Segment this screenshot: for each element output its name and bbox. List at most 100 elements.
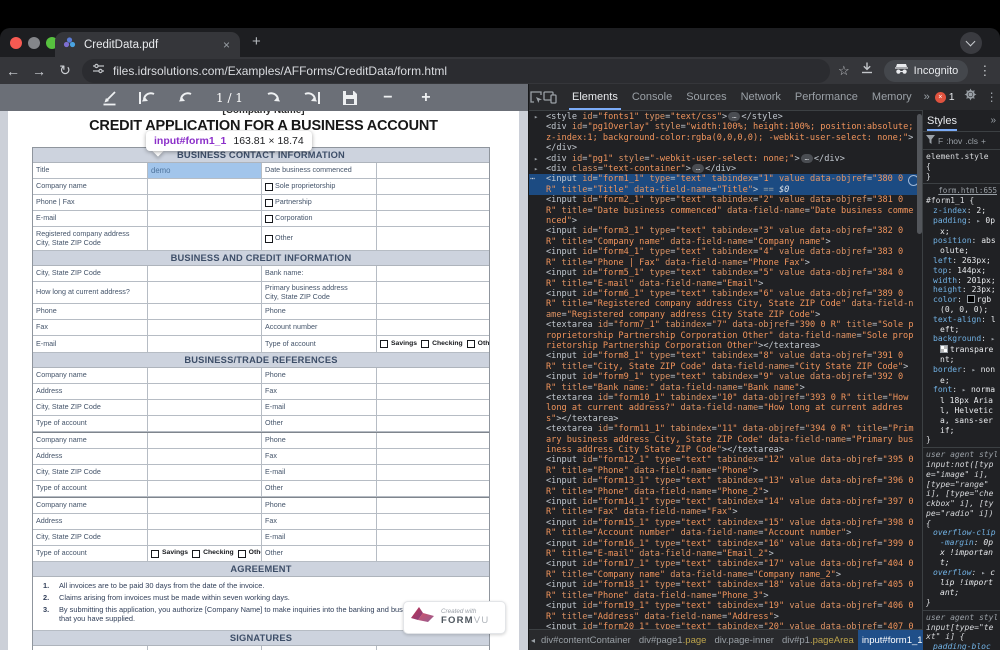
inspect-element-icon[interactable] (529, 90, 543, 104)
form-input-cell[interactable] (148, 416, 262, 431)
form-input-cell[interactable]: SavingsCheckingOther (148, 546, 262, 561)
form-input-cell[interactable] (377, 433, 489, 448)
form-input-cell[interactable] (148, 514, 262, 529)
form-input-cell[interactable] (148, 227, 262, 250)
form-input-cell[interactable] (377, 179, 489, 194)
reload-button[interactable]: ↻ (52, 62, 78, 79)
dom-node-form9_1[interactable]: <input id="form9_1" type="text" tabindex… (529, 372, 923, 393)
form-input-cell[interactable] (148, 282, 262, 303)
dom-node-form12_1[interactable]: <input id="form12_1" type="text" tabinde… (529, 455, 923, 476)
macos-close-button[interactable] (10, 37, 22, 49)
first-page-icon[interactable] (134, 88, 160, 108)
dom-node-form7_1[interactable]: <textarea id="form7_1" tabindex="7" data… (529, 320, 923, 351)
dom-node-form17_1[interactable]: <input id="form17_1" type="text" tabinde… (529, 559, 923, 580)
devtools-tab-performance[interactable]: Performance (788, 84, 865, 110)
checkbox[interactable] (238, 550, 246, 558)
dom-node-pg1Overlay[interactable]: <div id="pg1Overlay" style="width:100%; … (529, 122, 923, 153)
style-property[interactable]: height: 23px; (926, 285, 997, 295)
checkbox[interactable] (265, 183, 273, 191)
form-input-cell[interactable] (377, 266, 489, 281)
style-property[interactable]: top: 144px; (926, 266, 997, 276)
form-input-cell[interactable] (148, 481, 262, 496)
style-property[interactable]: position: absolute; (926, 236, 997, 256)
form-input-cell[interactable] (377, 282, 489, 303)
previous-page-icon[interactable] (172, 88, 198, 108)
dom-node-form6_1[interactable]: <input id="form6_1" type="text" tabindex… (529, 289, 923, 320)
checkbox[interactable] (265, 215, 273, 223)
dom-node-form13_1[interactable]: <input id="form13_1" type="text" tabinde… (529, 476, 923, 497)
style-property[interactable]: width: 201px; (926, 276, 997, 286)
address-bar[interactable]: files.idrsolutions.com/Examples/AFForms/… (82, 59, 830, 83)
dom-node-form3_1[interactable]: <input id="form3_1" type="text" tabindex… (529, 226, 923, 247)
more-tabs-icon[interactable]: » (919, 91, 935, 103)
form-input-cell[interactable] (377, 304, 489, 319)
back-button[interactable]: ← (0, 63, 26, 79)
save-icon[interactable] (337, 88, 363, 108)
formvu-badge[interactable]: Created with FORMVU (403, 601, 506, 634)
settings-gear-icon[interactable] (964, 88, 977, 106)
new-style-rule-button[interactable]: + (981, 136, 986, 146)
device-toolbar-icon[interactable] (543, 90, 557, 104)
dom-node-form2_1[interactable]: <input id="form2_1" type="text" tabindex… (529, 195, 923, 226)
dom-node-form15_1[interactable]: <input id="form15_1" type="text" tabinde… (529, 518, 923, 539)
form-input-cell[interactable] (148, 449, 262, 464)
form-input-cell[interactable] (377, 384, 489, 399)
form-input-cell[interactable] (377, 320, 489, 335)
form-input-cell[interactable] (377, 481, 489, 496)
color-swatch[interactable] (940, 345, 948, 353)
style-property[interactable]: left: 263px; (926, 256, 997, 266)
form-input-cell[interactable] (377, 400, 489, 415)
form-input-cell[interactable] (148, 320, 262, 335)
form-input-cell[interactable] (148, 266, 262, 281)
dom-node-form5_1[interactable]: <input id="form5_1" type="text" tabindex… (529, 268, 923, 289)
form-input-cell[interactable]: demo (148, 646, 262, 650)
devtools-tab-console[interactable]: Console (625, 84, 679, 110)
breadcrumb-item[interactable]: input#form1_1 (858, 630, 923, 650)
forward-button[interactable]: → (26, 63, 52, 79)
style-property[interactable]: overflow: ▸ clip !important; (926, 568, 997, 598)
expand-arrow-icon[interactable]: ▸ (534, 154, 538, 164)
form-input-cell[interactable] (148, 179, 262, 194)
expand-arrow-icon[interactable]: ▸ (534, 164, 538, 174)
style-property[interactable]: overflow-clip-margin: 0px !important; (926, 528, 997, 567)
dom-node-form8_1[interactable]: <input id="form8_1" type="text" tabindex… (529, 351, 923, 372)
style-property[interactable]: color: rgb(0, 0, 0); (926, 295, 997, 315)
form-input-cell[interactable] (377, 416, 489, 431)
form-input-cell[interactable] (377, 514, 489, 529)
source-link[interactable]: form.html:655 (926, 186, 997, 196)
checkbox[interactable] (151, 550, 159, 558)
dom-node-form4_1[interactable]: <input id="form4_1" type="text" tabindex… (529, 247, 923, 268)
site-settings-icon[interactable] (92, 62, 105, 80)
form-input-cell[interactable] (148, 465, 262, 480)
form-input-cell[interactable] (148, 530, 262, 545)
dom-node-form1_1[interactable]: <input id="form1_1" type="text" tabindex… (529, 174, 923, 195)
sign-tool-icon[interactable] (96, 88, 122, 108)
download-icon[interactable] (860, 61, 874, 80)
dom-node-form14_1[interactable]: <input id="form14_1" type="text" tabinde… (529, 497, 923, 518)
devtools-tab-sources[interactable]: Sources (679, 84, 733, 110)
checkbox[interactable] (467, 340, 475, 348)
styles-more-icon[interactable]: » (990, 115, 996, 126)
ellipsis-expander[interactable]: … (692, 164, 704, 173)
checkbox[interactable] (192, 550, 200, 558)
style-property[interactable]: padding-block: ▸ 1px; (926, 642, 997, 650)
color-swatch[interactable] (967, 295, 975, 303)
devtools-menu-icon[interactable]: ⋮ (986, 90, 998, 104)
dom-node-fonts1[interactable]: ▸<style id="fonts1" type="text/css">…</s… (529, 112, 923, 122)
checkbox[interactable] (265, 235, 273, 243)
breadcrumb-item[interactable]: div#page1.page (635, 635, 711, 646)
form-input-cell[interactable] (377, 195, 489, 210)
form-input-cell[interactable] (377, 465, 489, 480)
last-page-icon[interactable] (299, 88, 325, 108)
form-input-cell[interactable] (148, 211, 262, 226)
form-input-cell[interactable] (377, 211, 489, 226)
form-input-cell[interactable] (148, 195, 262, 210)
expand-arrow-icon[interactable]: ▸ (534, 112, 538, 122)
checkbox[interactable] (421, 340, 429, 348)
filter-funnel-icon[interactable] (926, 135, 935, 146)
form-input-cell[interactable] (148, 400, 262, 415)
dom-node-form18_1[interactable]: <input id="form18_1" type="text" tabinde… (529, 580, 923, 601)
form-input-cell[interactable] (377, 449, 489, 464)
checkbox[interactable] (265, 199, 273, 207)
tab-search-button[interactable] (960, 32, 982, 54)
